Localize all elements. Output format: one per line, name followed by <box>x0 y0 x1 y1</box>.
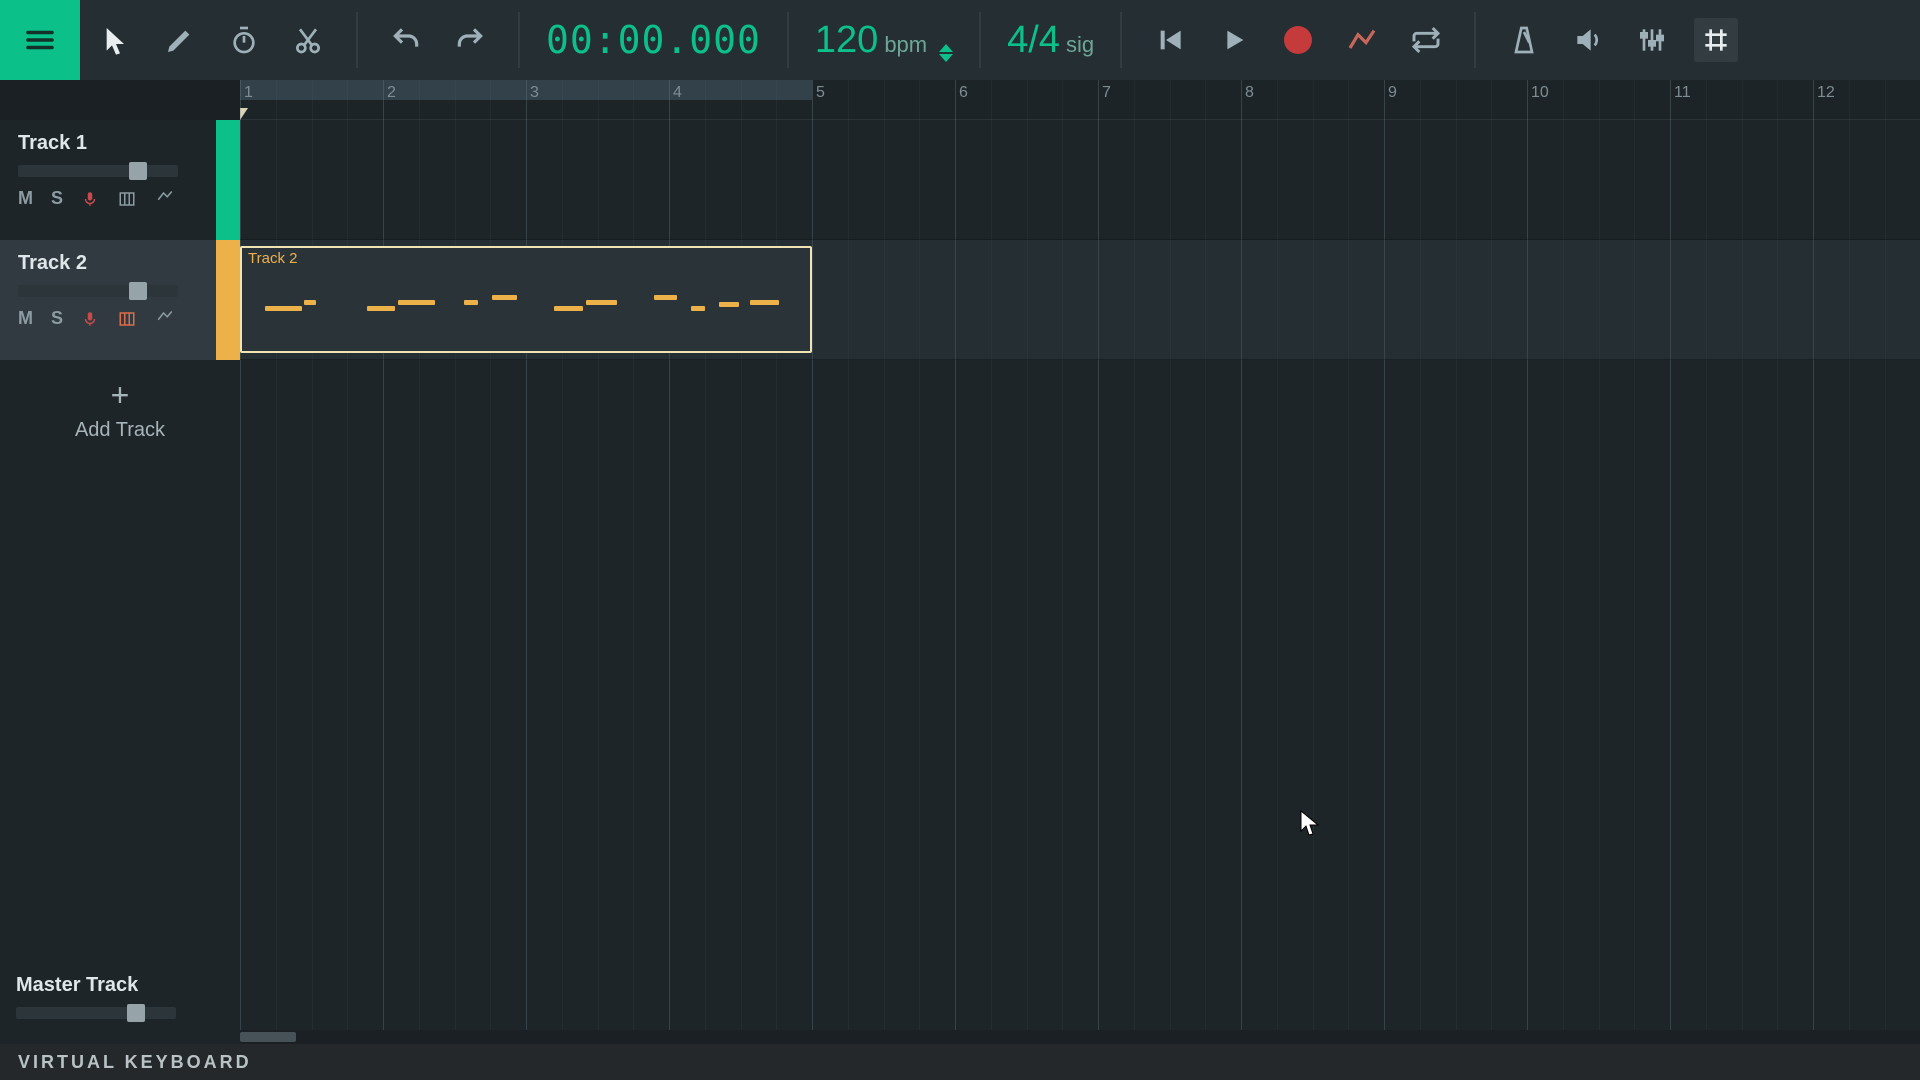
track-color-strip <box>216 120 240 240</box>
master-volume-button[interactable] <box>1566 18 1610 62</box>
redo-button[interactable] <box>448 18 492 62</box>
play-button[interactable] <box>1212 18 1256 62</box>
toolbar-separator <box>787 12 789 68</box>
track-lane-2[interactable]: Track 2 <box>240 240 1920 360</box>
cut-tool-button[interactable] <box>286 18 330 62</box>
record-arm-button[interactable] <box>81 190 99 208</box>
loop-region[interactable] <box>240 80 812 100</box>
track-name: Track 1 <box>18 132 224 155</box>
scrollbar-thumb[interactable] <box>240 1032 296 1042</box>
toolbar-separator <box>1120 12 1122 68</box>
midi-clip[interactable]: Track 2 <box>240 246 812 353</box>
master-volume-slider[interactable] <box>16 1007 176 1019</box>
solo-button[interactable]: S <box>51 188 63 209</box>
toolbar-separator <box>518 12 520 68</box>
bpm-value: 120 <box>815 19 878 62</box>
automation-lane-button[interactable] <box>155 187 175 210</box>
pencil-tool-button[interactable] <box>158 18 202 62</box>
mixer-button[interactable] <box>1630 18 1674 62</box>
virtual-keyboard-label: VIRTUAL KEYBOARD <box>18 1052 252 1073</box>
stopwatch-tool-button[interactable] <box>222 18 266 62</box>
undo-button[interactable] <box>384 18 428 62</box>
track-lane-1[interactable] <box>240 120 1920 240</box>
record-icon <box>1284 26 1312 54</box>
track-sidebar: Track 1 M S <box>0 80 240 1044</box>
grid-snap-button[interactable] <box>1694 18 1738 62</box>
plus-icon: + <box>111 379 130 411</box>
mute-button[interactable]: M <box>18 308 33 329</box>
playhead-marker[interactable] <box>240 108 248 120</box>
track-lanes[interactable]: Track 2 <box>240 120 1920 1044</box>
solo-button[interactable]: S <box>51 308 63 329</box>
toolbar: 00:00.000 120 bpm 4/4 sig <box>0 0 1920 80</box>
track-volume-slider[interactable] <box>18 285 178 297</box>
timeline-ruler[interactable]: 123456789101112 <box>240 80 1920 120</box>
automation-button[interactable] <box>1340 18 1384 62</box>
track-header-2[interactable]: Track 2 M S <box>0 240 240 360</box>
add-track-label: Add Track <box>75 419 165 442</box>
master-track-name: Master Track <box>16 974 224 997</box>
time-signature-display[interactable]: 4/4 sig <box>1007 19 1094 62</box>
track-color-strip <box>216 240 240 360</box>
cursor-tool-button[interactable] <box>94 18 138 62</box>
toolbar-separator <box>1474 12 1476 68</box>
mute-button[interactable]: M <box>18 188 33 209</box>
slider-thumb[interactable] <box>129 162 147 180</box>
bpm-unit: bpm <box>884 32 927 58</box>
track-volume-slider[interactable] <box>18 165 178 177</box>
master-track-header[interactable]: Master Track <box>0 964 240 1044</box>
slider-thumb[interactable] <box>127 1004 145 1022</box>
track-name: Track 2 <box>18 252 224 275</box>
time-display[interactable]: 00:00.000 <box>546 18 761 62</box>
menu-button[interactable] <box>0 0 80 80</box>
track-header-1[interactable]: Track 1 M S <box>0 120 240 240</box>
automation-lane-button[interactable] <box>155 307 175 330</box>
rewind-button[interactable] <box>1148 18 1192 62</box>
toolbar-separator <box>979 12 981 68</box>
sig-unit: sig <box>1066 32 1094 58</box>
record-arm-button[interactable] <box>81 310 99 328</box>
sig-value: 4/4 <box>1007 19 1060 62</box>
loop-button[interactable] <box>1404 18 1448 62</box>
arrange-area[interactable]: 123456789101112 Track 2 <box>240 80 1920 1044</box>
bpm-display[interactable]: 120 bpm <box>815 19 953 62</box>
virtual-keyboard-panel[interactable]: VIRTUAL KEYBOARD <box>0 1044 1920 1080</box>
piano-roll-button[interactable] <box>117 310 137 328</box>
clip-label: Track 2 <box>248 250 297 267</box>
slider-thumb[interactable] <box>129 282 147 300</box>
add-track-button[interactable]: + Add Track <box>0 360 240 460</box>
horizontal-scrollbar[interactable] <box>240 1030 1920 1044</box>
metronome-button[interactable] <box>1502 18 1546 62</box>
piano-roll-button[interactable] <box>117 190 137 208</box>
toolbar-separator <box>356 12 358 68</box>
bpm-spinner[interactable] <box>939 44 953 62</box>
record-button[interactable] <box>1276 18 1320 62</box>
